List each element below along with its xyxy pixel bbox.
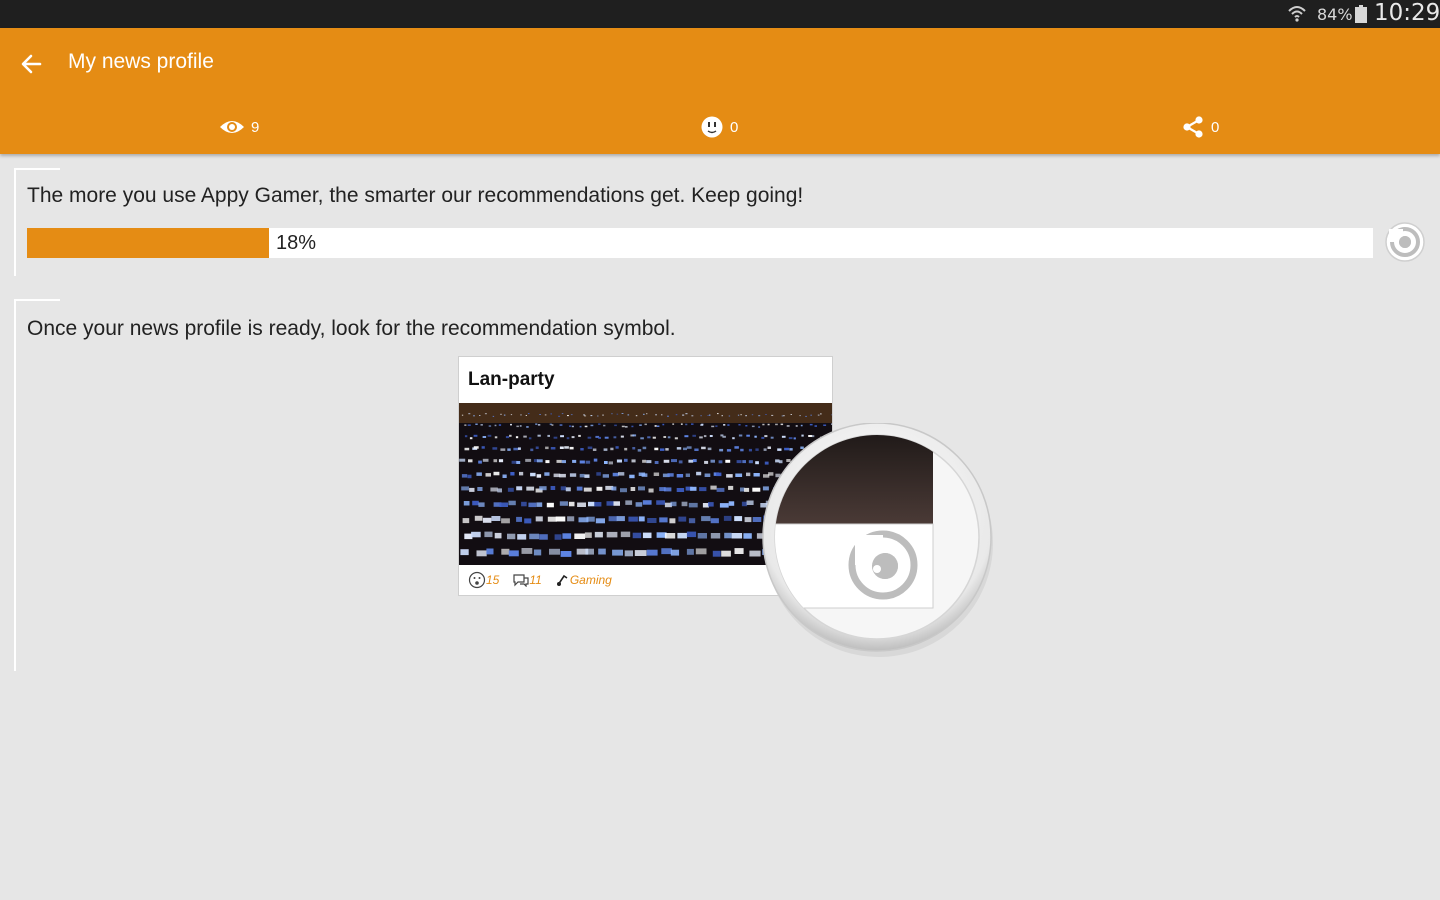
- example-article-meta: 15 11 Gaming: [468, 571, 626, 589]
- arrow-left-icon: [21, 54, 42, 74]
- smiley-icon: [701, 116, 723, 138]
- clock: 10:29: [1374, 0, 1440, 26]
- shares-count: 0: [1211, 118, 1220, 136]
- profile-progress-bar: 18%: [27, 228, 1373, 258]
- reactions-stat[interactable]: 0: [700, 114, 738, 140]
- progress-fill: [27, 228, 269, 258]
- page-title: My news profile: [68, 50, 214, 73]
- wifi-icon: [1288, 6, 1306, 22]
- status-bar: 84% 10:29: [0, 0, 1440, 28]
- comments-icon: [513, 574, 529, 587]
- info-message: Once your news profile is ready, look fo…: [27, 317, 676, 340]
- reactions-count: 0: [730, 118, 739, 136]
- recommendation-symbol-icon: [1385, 222, 1425, 262]
- views-stat[interactable]: 9: [219, 114, 259, 140]
- share-icon: [1183, 116, 1203, 138]
- battery-icon: [1355, 5, 1367, 23]
- example-reactions-count: 15: [486, 573, 500, 587]
- magnifier-zoom-icon: [762, 423, 993, 657]
- views-count: 9: [251, 118, 260, 136]
- eye-icon: [220, 121, 244, 133]
- example-comments-count: 11: [529, 573, 542, 587]
- category-tag-icon: [556, 574, 568, 586]
- profile-progress-card: The more you use Appy Gamer, the smarter…: [14, 168, 1440, 276]
- example-illustration: Lan-party 15 11 Gaming: [458, 356, 998, 661]
- card-border: [14, 299, 60, 301]
- example-category: Gaming: [569, 573, 612, 587]
- smiley-icon: [468, 571, 486, 589]
- shares-stat[interactable]: 0: [1181, 114, 1219, 140]
- progress-message: The more you use Appy Gamer, the smarter…: [27, 184, 804, 207]
- card-border: [14, 168, 16, 276]
- battery-percent: 84%: [1317, 5, 1353, 24]
- app-bar: My news profile 9 0 0: [0, 28, 1440, 154]
- example-article-title: Lan-party: [468, 369, 555, 390]
- card-border: [14, 299, 16, 671]
- progress-percent: 18%: [276, 232, 317, 254]
- card-border: [14, 168, 60, 170]
- back-button[interactable]: [14, 48, 50, 80]
